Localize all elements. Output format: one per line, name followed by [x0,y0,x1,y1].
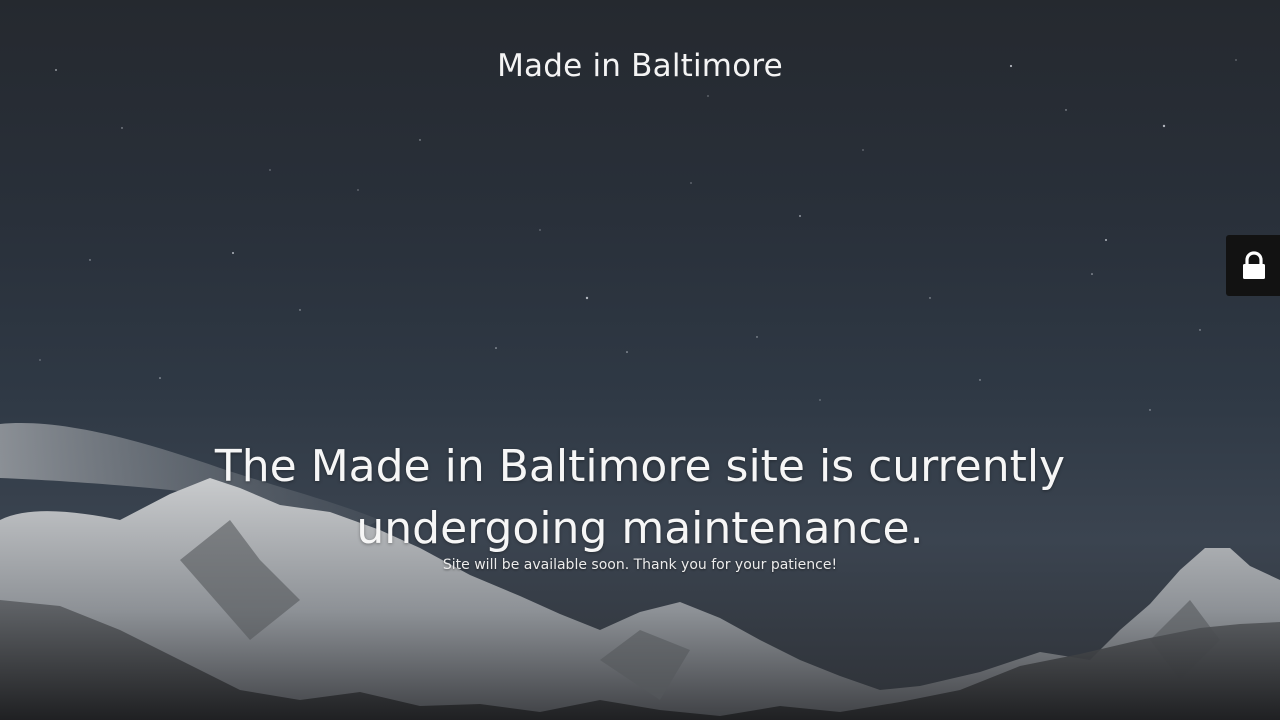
stars [39,59,1237,411]
site-title: Made in Baltimore [497,48,783,84]
maintenance-message: Site will be available soon. Thank you f… [442,557,838,573]
mountain-night-background [0,59,1280,720]
lock-icon [1243,251,1265,279]
maintenance-headline: The Made in Baltimore site is currently … [214,441,1066,554]
maintenance-page: Made in Baltimore The Made in Baltimore … [0,0,1280,720]
admin-login-button[interactable] [1226,235,1280,296]
